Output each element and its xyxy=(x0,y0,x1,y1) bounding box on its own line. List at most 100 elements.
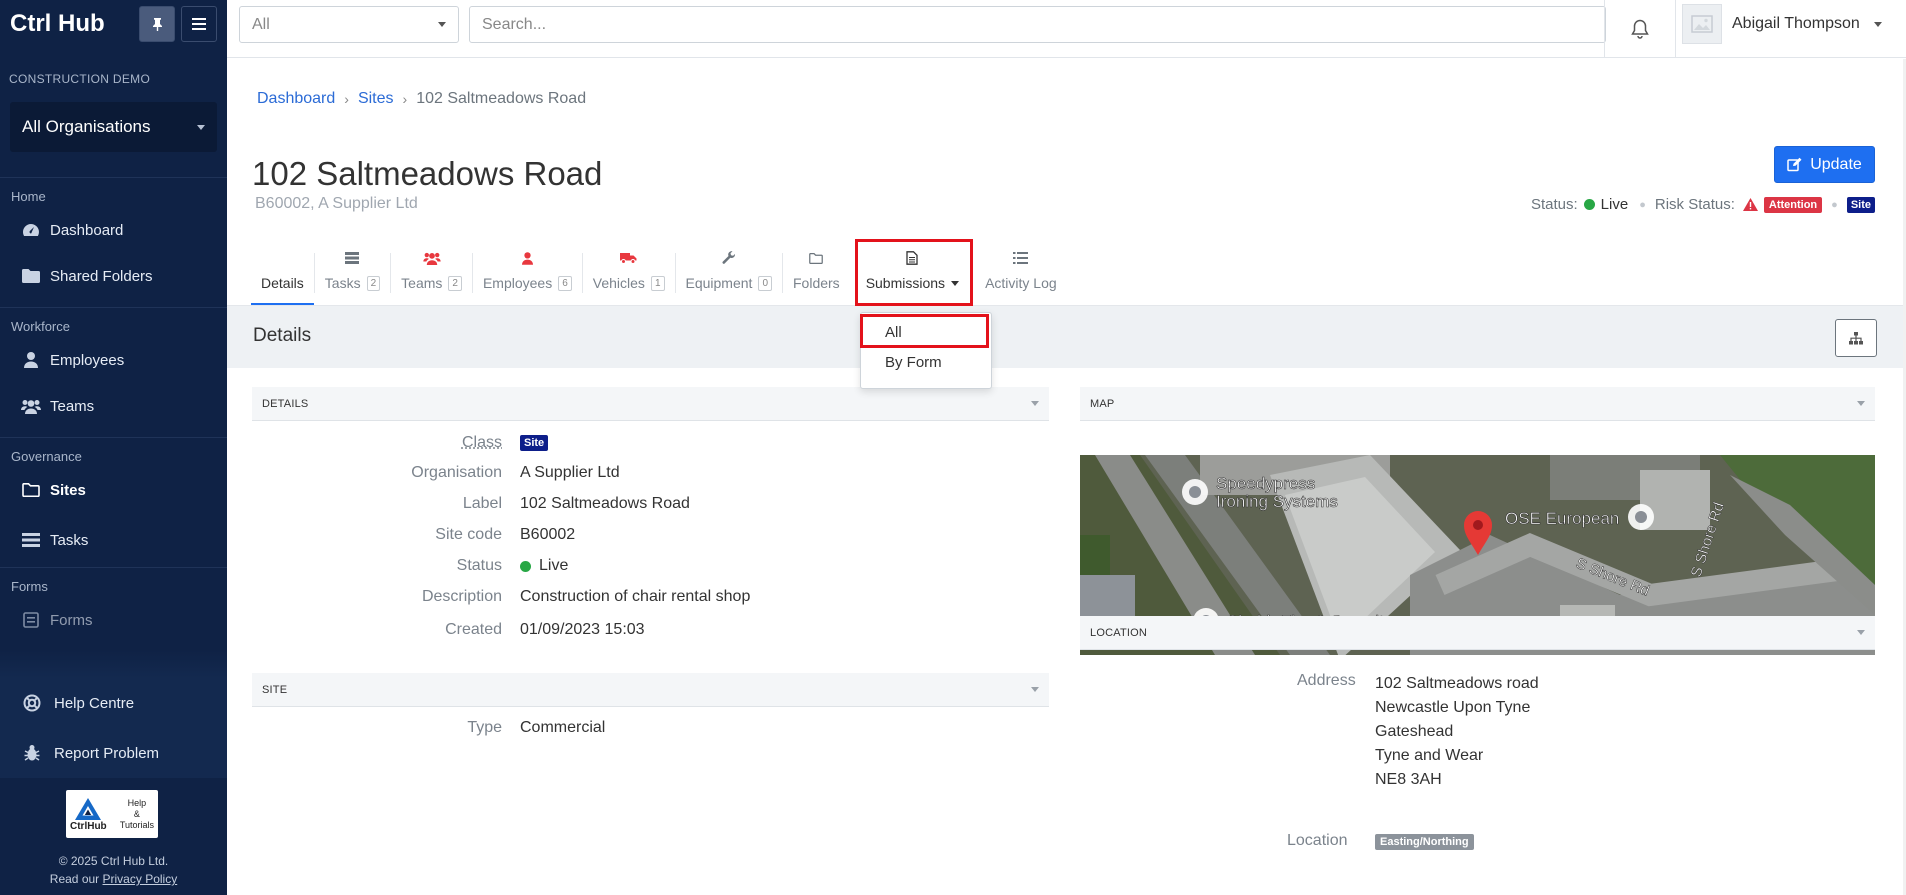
folder-open-icon xyxy=(22,483,40,497)
detail-row-created: Created 01/09/2023 15:03 xyxy=(445,621,645,638)
section-home: Home xyxy=(11,188,46,204)
tab-count-badge: 2 xyxy=(448,275,462,291)
detail-row-description: Description Construction of chair rental… xyxy=(421,588,751,605)
image-placeholder-icon xyxy=(1691,15,1713,33)
chevron-down-icon xyxy=(1031,401,1039,406)
status-value: Live xyxy=(1600,196,1629,213)
sidebar-footer: Help Centre Report Problem CtrlHub Help … xyxy=(0,650,227,895)
section-workforce: Workforce xyxy=(11,318,70,334)
update-button[interactable]: Update xyxy=(1774,146,1875,183)
location-label: Location xyxy=(1287,832,1348,849)
menu-toggle-button[interactable] xyxy=(181,6,217,42)
edit-icon xyxy=(1787,157,1802,172)
sitemap-icon xyxy=(1849,331,1863,344)
user-icon xyxy=(521,251,533,265)
page-title: 102 Saltmeadows Road xyxy=(252,155,603,192)
location-type-badge: Easting/Northing xyxy=(1375,834,1474,850)
status-live-dot xyxy=(1583,199,1595,210)
highlight-all-menu-item xyxy=(860,314,989,348)
privacy-policy-link[interactable]: Privacy Policy xyxy=(103,872,178,886)
help-tutorials-logo[interactable]: CtrlHub Help & Tutorials xyxy=(66,790,158,838)
address-value: 102 Saltmeadows road Newcastle Upon Tyne… xyxy=(1375,675,1539,788)
tasks-icon xyxy=(345,252,360,264)
tab-activity-log[interactable]: Activity Log xyxy=(975,235,1067,305)
panel-title: Details xyxy=(253,325,312,346)
user-name: Abigail Thompson xyxy=(1732,15,1860,32)
risk-status-badge: Attention xyxy=(1763,196,1823,213)
truck-icon xyxy=(620,253,637,264)
users-icon xyxy=(422,252,441,265)
list-icon xyxy=(1013,252,1029,264)
chevron-down-icon xyxy=(438,22,446,27)
address-label: Address xyxy=(1297,672,1356,689)
bell-icon xyxy=(1631,19,1649,39)
detail-row-label: Label 102 Saltmeadows Road xyxy=(462,495,690,512)
tab-count-badge: 0 xyxy=(758,275,772,291)
chevron-down-icon xyxy=(1857,630,1865,635)
notifications-button[interactable] xyxy=(1604,0,1676,58)
location-card-header[interactable]: LOCATION xyxy=(1080,616,1875,650)
tab-count-badge: 1 xyxy=(650,275,665,291)
pin-sidebar-button[interactable] xyxy=(139,6,175,42)
sidebar-item-employees[interactable]: Employees xyxy=(0,337,227,383)
organisation-select-value: All Organisations xyxy=(22,117,151,136)
users-icon xyxy=(21,399,41,414)
search-input[interactable] xyxy=(469,6,1606,43)
ctrlhub-triangle-icon xyxy=(75,797,102,820)
sidebar-item-teams[interactable]: Teams xyxy=(0,383,227,429)
search-scope-select[interactable]: All xyxy=(239,6,459,43)
site-type-badge: Site xyxy=(1846,196,1875,213)
chevron-down-icon xyxy=(1873,21,1882,27)
help-centre-button[interactable]: Help Centre xyxy=(0,678,227,728)
sidebar-item-shared-folders[interactable]: Shared Folders xyxy=(0,253,227,299)
tab-tasks[interactable]: Tasks 2 xyxy=(315,235,390,305)
hamburger-icon xyxy=(192,18,206,30)
wrench-icon xyxy=(722,251,735,264)
detail-row-class: Class Site xyxy=(252,434,549,452)
tab-vehicles[interactable]: Vehicles 1 xyxy=(583,235,675,305)
report-problem-button[interactable]: Report Problem xyxy=(0,728,227,778)
form-icon xyxy=(23,612,39,628)
warning-icon xyxy=(1742,198,1758,211)
tab-details[interactable]: Details xyxy=(251,235,314,305)
status-live-dot xyxy=(520,560,531,572)
submissions-menu-by-form[interactable]: By Form xyxy=(861,347,991,377)
bug-icon xyxy=(24,745,40,761)
status-line: Status: Live ● Risk Status: Attention ● … xyxy=(1531,196,1875,213)
highlight-submissions-tab xyxy=(855,239,973,306)
site-card-header[interactable]: SITE xyxy=(252,673,1049,707)
map-marker-ose xyxy=(1628,504,1654,530)
map-label-ironing-systems: Ironing Systems xyxy=(1216,492,1338,511)
class-badge: Site xyxy=(520,435,549,451)
sidebar-item-tasks[interactable]: Tasks xyxy=(0,513,227,567)
organisation-select[interactable]: All Organisations xyxy=(10,102,217,152)
sidebar: Ctrl Hub CONSTRUCTION DEMO All Organisat… xyxy=(0,0,227,895)
hierarchy-button[interactable] xyxy=(1835,319,1877,357)
main-content: Dashboard › Sites › 102 Saltmeadows Road… xyxy=(227,59,1906,895)
chevron-down-icon xyxy=(1031,687,1039,692)
breadcrumb-dashboard[interactable]: Dashboard xyxy=(257,90,335,108)
breadcrumb-sites[interactable]: Sites xyxy=(358,90,394,108)
map-marker-speedypress xyxy=(1182,479,1208,505)
sidebar-item-forms[interactable]: Forms xyxy=(0,597,227,643)
brand-logo[interactable]: Ctrl Hub xyxy=(10,10,133,38)
tab-equipment[interactable]: Equipment 0 xyxy=(676,235,783,305)
search-scope-value: All xyxy=(252,15,270,33)
details-card-header[interactable]: DETAILS xyxy=(252,387,1049,421)
map-card-header[interactable]: MAP xyxy=(1080,387,1875,421)
sidebar-item-dashboard[interactable]: Dashboard xyxy=(0,207,227,253)
folder-icon xyxy=(22,269,40,283)
chevron-right-icon: › xyxy=(344,91,349,107)
tab-employees[interactable]: Employees 6 xyxy=(473,235,582,305)
detail-row-status: Status Live xyxy=(456,557,569,574)
list-icon xyxy=(22,533,40,547)
tab-folders[interactable]: Folders xyxy=(783,235,850,305)
life-ring-icon xyxy=(23,694,41,712)
sidebar-item-sites[interactable]: Sites xyxy=(0,467,227,513)
copyright: © 2025 Ctrl Hub Ltd. Read our Privacy Po… xyxy=(49,854,178,886)
section-governance: Governance xyxy=(11,448,82,464)
detail-row-organisation: Organisation A Supplier Ltd xyxy=(411,464,620,481)
user-menu[interactable]: Abigail Thompson xyxy=(1682,0,1882,48)
tab-teams[interactable]: Teams 2 xyxy=(391,235,472,305)
chevron-down-icon xyxy=(197,124,205,130)
